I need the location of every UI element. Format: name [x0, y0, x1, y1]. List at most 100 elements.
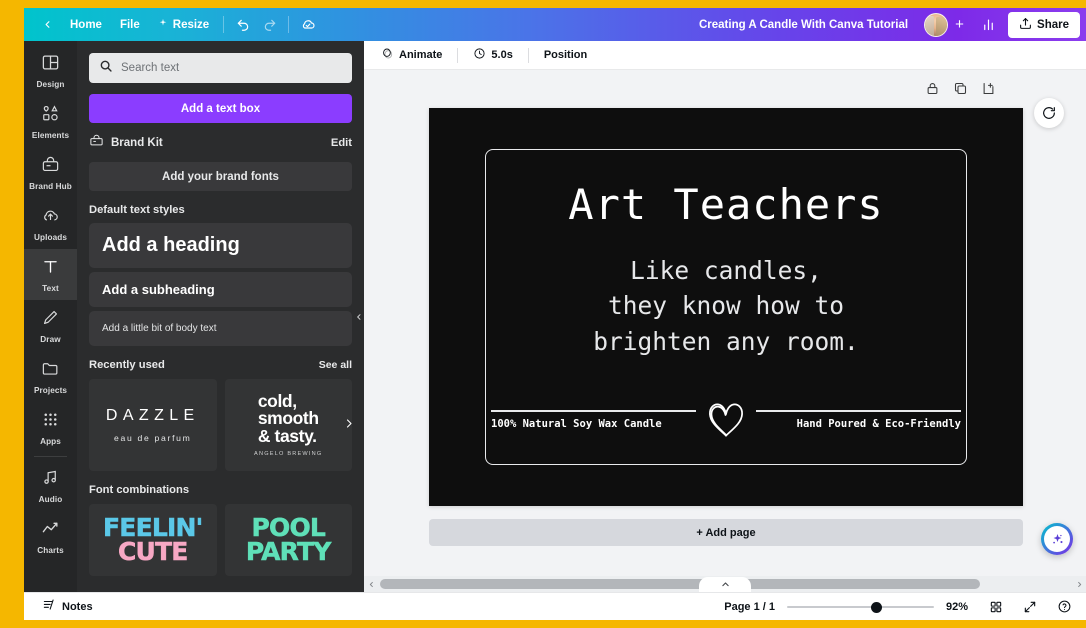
combo-card-feelin-cute[interactable]: FEELIN' CUTE: [89, 504, 217, 576]
recently-used-row: DAZZLE eau de parfum cold, smooth & tast…: [89, 379, 352, 471]
font-card-subtitle: eau de parfum: [113, 433, 192, 443]
combo-card-pool-party[interactable]: POOL PARTY: [224, 504, 352, 576]
lock-icon[interactable]: [923, 79, 942, 98]
resize-button[interactable]: Resize: [149, 12, 218, 37]
notes-icon: [42, 598, 56, 615]
add-collaborator-button[interactable]: +: [950, 15, 969, 34]
document-title[interactable]: Creating A Candle With Canva Tutorial: [689, 12, 918, 37]
design-subtitle-line-2: they know how to: [607, 291, 844, 321]
scroll-right-icon[interactable]: [1072, 576, 1086, 592]
help-circle-icon[interactable]: [1053, 596, 1075, 618]
sidebar-item-label: Charts: [37, 545, 64, 555]
file-menu-button[interactable]: File: [111, 12, 149, 37]
search-box[interactable]: [89, 53, 352, 83]
refresh-magic-button[interactable]: [1034, 98, 1064, 128]
search-icon: [99, 59, 113, 78]
sidebar-item-uploads[interactable]: Uploads: [24, 198, 77, 249]
design-footer-right-text[interactable]: Hand Poured & Eco-Friendly: [756, 418, 961, 430]
design-footer: 100% Natural Soy Wax Candle Hand Poured …: [491, 397, 961, 443]
add-text-box-button[interactable]: Add a text box: [89, 94, 352, 123]
redo-button[interactable]: [256, 12, 283, 37]
avatar[interactable]: [924, 12, 949, 37]
chevron-right-icon[interactable]: [343, 418, 355, 433]
design-footer-left-text[interactable]: 100% Natural Soy Wax Candle: [491, 418, 696, 430]
sidebar-item-audio[interactable]: Audio: [24, 460, 77, 511]
search-input[interactable]: [121, 62, 342, 74]
add-brand-fonts-button[interactable]: Add your brand fonts: [89, 162, 352, 191]
collaborators-group: +: [920, 12, 973, 37]
font-card-subtitle: ANGELO BREWING: [254, 451, 323, 458]
back-button[interactable]: [34, 12, 61, 37]
grid-view-icon[interactable]: [985, 596, 1007, 618]
status-bar: Notes Page 1 / 1 92%: [24, 592, 1086, 620]
duration-button[interactable]: 5.0s: [465, 44, 520, 67]
header-divider-1: [223, 16, 225, 33]
notes-label: Notes: [62, 600, 93, 613]
sidebar-item-projects[interactable]: Projects: [24, 351, 77, 402]
zoom-slider-knob[interactable]: [871, 601, 882, 613]
add-page-label: + Add page: [696, 526, 756, 539]
insights-button[interactable]: [975, 12, 1002, 37]
add-page-button[interactable]: + Add page: [429, 519, 1023, 546]
brand-kit-row: Brand Kit Edit: [89, 132, 352, 154]
sidebar-item-brand-hub[interactable]: Brand Hub: [24, 147, 77, 198]
sidebar-item-text[interactable]: Text: [24, 249, 77, 300]
canva-editor-window: Home File Resize Creating A Candle With …: [24, 8, 1086, 620]
share-button[interactable]: Share: [1008, 11, 1080, 38]
sidebar-item-label: Text: [42, 283, 59, 293]
position-button[interactable]: Position: [536, 44, 595, 67]
design-subtitle-text[interactable]: Like candles, they know how to brighten …: [429, 253, 1023, 359]
text-t-icon: [41, 257, 60, 281]
zoom-slider[interactable]: [787, 599, 934, 615]
style-add-subheading[interactable]: Add a subheading: [89, 272, 352, 307]
collapse-pages-tab[interactable]: [699, 577, 751, 592]
sidebar-item-design[interactable]: Design: [24, 45, 77, 96]
sidebar-item-charts[interactable]: Charts: [24, 511, 77, 562]
animate-label: Animate: [399, 49, 443, 61]
context-toolbar: Animate 5.0s Position: [364, 41, 1086, 70]
folder-icon: [41, 359, 60, 383]
recently-used-see-all[interactable]: See all: [319, 359, 352, 371]
style-add-body-text[interactable]: Add a little bit of body text: [89, 311, 352, 346]
editor-body: Design Elements Brand Hub Uploads Text D…: [24, 41, 1086, 592]
left-tool-rail: Design Elements Brand Hub Uploads Text D…: [24, 41, 77, 592]
fullscreen-icon[interactable]: [1019, 596, 1041, 618]
default-text-styles-title: Default text styles: [89, 204, 185, 216]
sidebar-item-label: Apps: [40, 436, 61, 446]
scroll-left-icon[interactable]: [364, 576, 378, 592]
add-to-folder-icon[interactable]: [979, 79, 998, 98]
style-add-heading[interactable]: Add a heading: [89, 223, 352, 268]
zoom-percent-label: 92%: [946, 600, 969, 613]
file-label: File: [119, 18, 140, 31]
sidebar-item-elements[interactable]: Elements: [24, 96, 77, 147]
share-label: Share: [1037, 18, 1069, 31]
page-count-label: Page 1 / 1: [724, 600, 775, 613]
style-body-label: Add a little bit of body text: [102, 323, 217, 334]
design-title-text[interactable]: Art Teachers: [429, 180, 1023, 229]
font-card-dazzle[interactable]: DAZZLE eau de parfum: [89, 379, 217, 471]
font-card-cold-smooth-tasty[interactable]: cold, smooth & tasty. ANGELO BREWING: [224, 379, 352, 471]
notes-button[interactable]: Notes: [35, 596, 100, 618]
animate-button[interactable]: Animate: [373, 44, 450, 67]
collapse-panel-button[interactable]: [352, 292, 364, 341]
home-button[interactable]: Home: [61, 12, 111, 37]
sidebar-item-apps[interactable]: Apps: [24, 402, 77, 453]
top-header-bar: Home File Resize Creating A Candle With …: [24, 8, 1086, 41]
sidebar-item-draw[interactable]: Draw: [24, 300, 77, 351]
scrollbar-thumb[interactable]: [380, 579, 980, 589]
sidebar-item-label: Draw: [40, 334, 61, 344]
cloud-saved-button[interactable]: [294, 12, 321, 37]
duplicate-icon[interactable]: [951, 79, 970, 98]
design-footer-right-col: Hand Poured & Eco-Friendly: [756, 410, 961, 430]
editor-canvas-region: Animate 5.0s Position Art Teachers Like …: [364, 41, 1086, 592]
design-subtitle-line-3: brighten any room.: [593, 326, 859, 356]
hand-drawn-heart-icon[interactable]: [696, 397, 756, 443]
design-page-canvas[interactable]: Art Teachers Like candles, they know how…: [429, 108, 1023, 506]
sidebar-item-label: Projects: [33, 385, 68, 395]
ai-assistant-button[interactable]: [1041, 523, 1073, 555]
undo-button[interactable]: [229, 12, 256, 37]
sidebar-item-label: Audio: [38, 494, 63, 504]
sidebar-item-label: Uploads: [34, 232, 67, 242]
brand-kit-edit-link[interactable]: Edit: [331, 137, 352, 149]
yellow-page-frame: Home File Resize Creating A Candle With …: [0, 0, 1086, 628]
